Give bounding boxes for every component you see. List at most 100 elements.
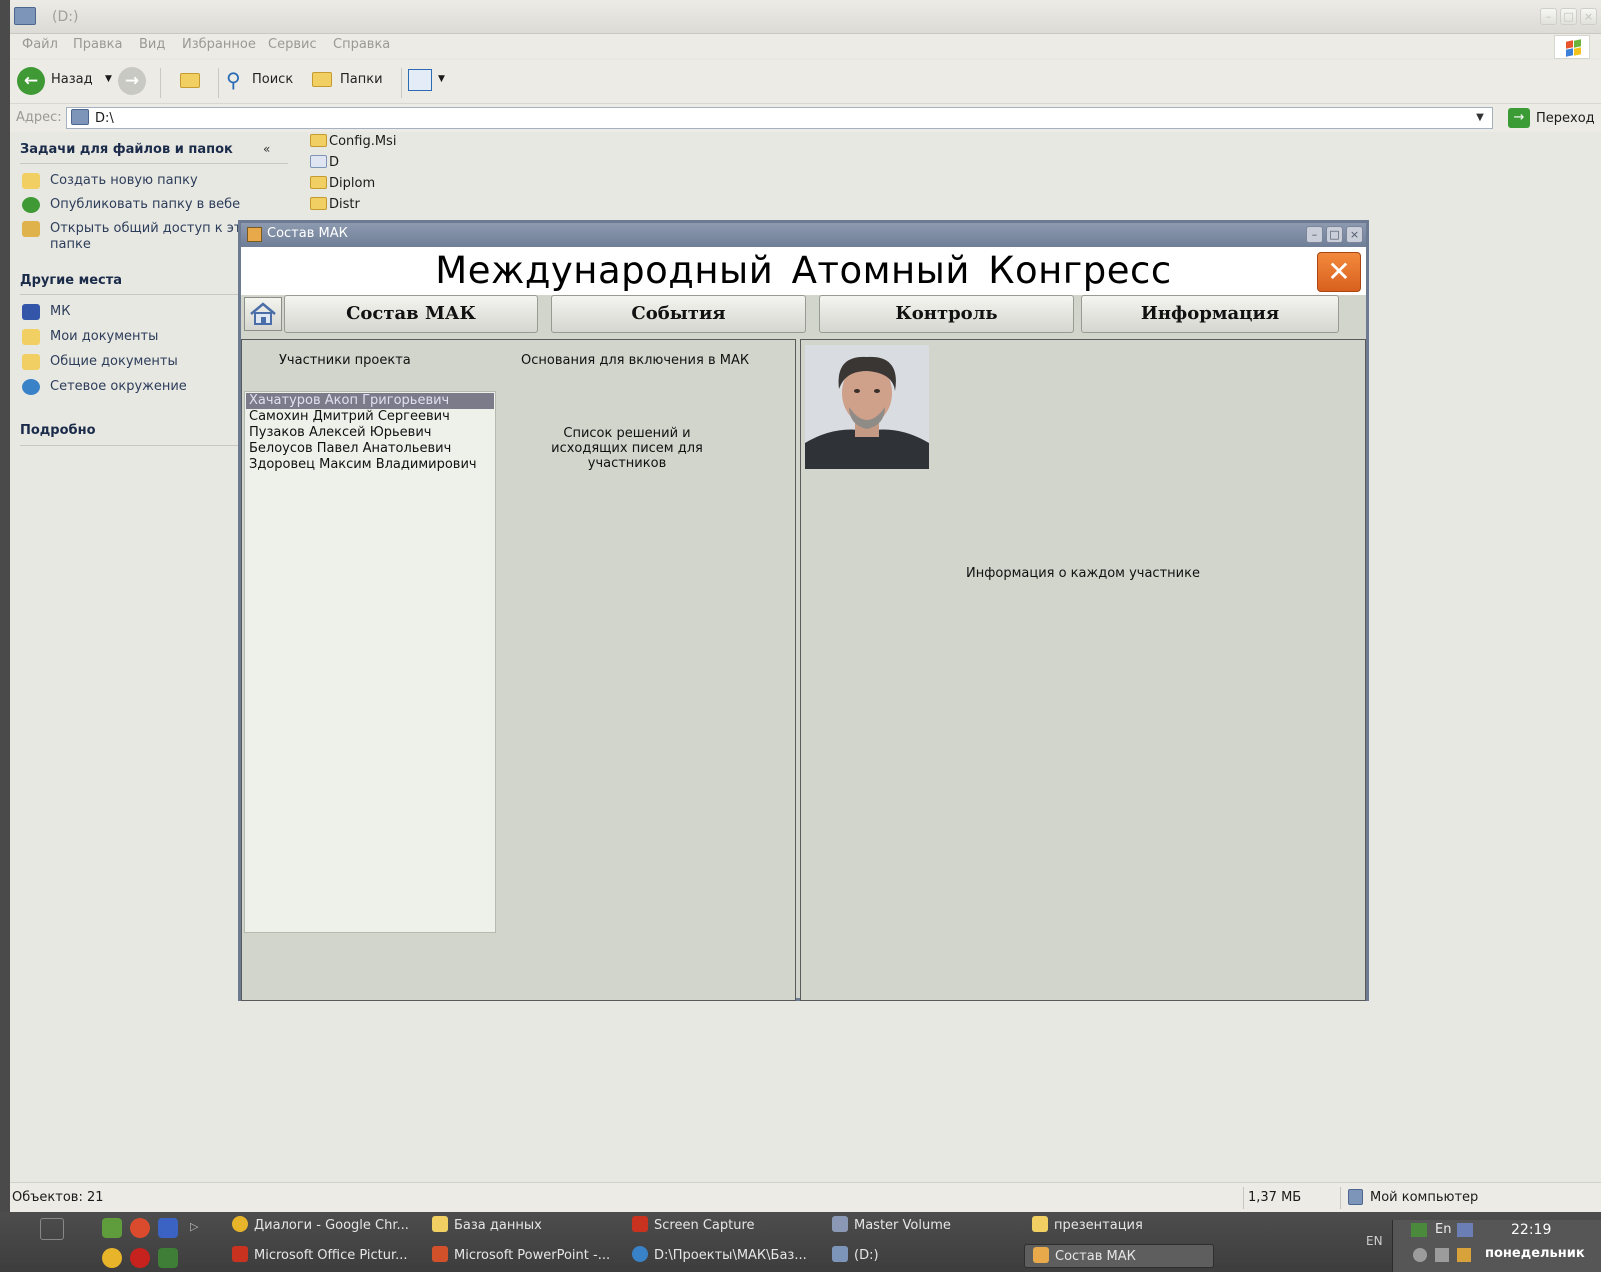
maximize-button[interactable]: □ <box>1560 8 1577 25</box>
views-button[interactable]: ▼ <box>408 69 450 93</box>
folders-button[interactable]: Папки <box>312 66 394 96</box>
home-button[interactable] <box>244 297 282 331</box>
powerpoint-icon <box>432 1246 448 1262</box>
quicklaunch-icon[interactable] <box>102 1248 122 1268</box>
right-panel: Информация о каждом участнике <box>800 339 1366 1001</box>
views-grid-icon <box>408 69 432 91</box>
app-close-button[interactable]: × <box>1346 226 1363 243</box>
search-button[interactable]: ⚲ Поиск <box>226 66 306 96</box>
up-folder-icon[interactable] <box>180 73 200 88</box>
menu-edit[interactable]: Правка <box>73 37 122 52</box>
expand-icon[interactable]: ▷ <box>190 1220 198 1233</box>
close-button[interactable]: × <box>1580 8 1597 25</box>
menu-help[interactable]: Справка <box>333 37 390 52</box>
quicklaunch-icon[interactable] <box>130 1218 150 1238</box>
decisions-label: Список решений и исходящих писем для уча… <box>551 426 703 471</box>
address-label: Адрес: <box>16 110 62 125</box>
quicklaunch-icon[interactable] <box>158 1248 178 1268</box>
quicklaunch-icon[interactable] <box>130 1248 150 1268</box>
language-indicator[interactable]: EN <box>1366 1234 1383 1248</box>
web-publish-icon <box>22 197 40 213</box>
list-item[interactable]: Здоровец Максим Владимирович <box>246 457 494 473</box>
participant-photo <box>805 345 929 469</box>
app-minimize-button[interactable]: – <box>1306 226 1323 243</box>
menu-file[interactable]: Файл <box>22 37 58 52</box>
folder-icon <box>310 197 327 210</box>
share-folder-icon <box>22 221 40 237</box>
start-button[interactable] <box>40 1218 64 1240</box>
back-button[interactable]: ← Назад ▼ <box>15 66 115 96</box>
details-section-title[interactable]: Подробно <box>20 423 96 438</box>
task-chrome[interactable]: Диалоги - Google Chr... <box>232 1214 417 1238</box>
task-master-volume[interactable]: Master Volume <box>832 1214 1017 1238</box>
drive-icon <box>832 1246 848 1262</box>
tray-language[interactable]: En <box>1435 1222 1451 1237</box>
close-icon[interactable]: ✕ <box>1317 252 1361 292</box>
task-presentation[interactable]: презентация <box>1032 1214 1217 1238</box>
menu-view[interactable]: Вид <box>139 37 165 52</box>
monitor-icon[interactable] <box>1411 1223 1427 1237</box>
toolbar-separator <box>401 68 402 98</box>
browser-icon <box>632 1246 648 1262</box>
explorer-titlebar[interactable]: (D:) – □ × <box>10 0 1601 34</box>
task-new-folder[interactable]: Создать новую папку <box>50 173 295 189</box>
nav-control[interactable]: Контроль <box>819 295 1074 333</box>
file-item[interactable]: Distr <box>310 197 360 212</box>
task-app-active[interactable]: Состав МАК <box>1024 1244 1214 1268</box>
quicklaunch-icon[interactable] <box>158 1218 178 1238</box>
home-icon <box>250 302 276 325</box>
left-panel: Участники проекта Основания для включени… <box>241 339 796 1001</box>
nav-information[interactable]: Информация <box>1081 295 1339 333</box>
my-computer-icon <box>14 7 36 25</box>
collapse-icon[interactable]: « <box>263 142 270 156</box>
task-powerpoint[interactable]: Microsoft PowerPoint -... <box>432 1244 617 1268</box>
explorer-title: (D:) <box>52 9 79 25</box>
address-dropdown-icon[interactable]: ▼ <box>1471 109 1489 127</box>
chevron-down-icon: ▼ <box>105 74 112 84</box>
back-label: Назад <box>51 72 93 87</box>
search-label: Поиск <box>252 72 294 87</box>
tray-icon[interactable] <box>1435 1248 1449 1262</box>
file-item[interactable]: D <box>310 155 339 170</box>
app-header: Международный Атомный Конгресс ✕ <box>241 247 1366 295</box>
forward-button[interactable]: → <box>118 67 146 95</box>
task-project-path[interactable]: D:\Проекты\МАК\Баз... <box>632 1244 817 1268</box>
places-section-title[interactable]: Другие места <box>20 273 122 288</box>
divider <box>20 163 288 164</box>
network-tray-icon[interactable] <box>1457 1223 1473 1237</box>
task-publish-web[interactable]: Опубликовать папку в вебе <box>50 197 295 213</box>
nav-composition[interactable]: Состав МАК <box>284 295 538 333</box>
task-database[interactable]: База данных <box>432 1214 617 1238</box>
windows-logo-icon <box>1554 35 1590 59</box>
task-office-picture[interactable]: Microsoft Office Pictur... <box>232 1244 417 1268</box>
quicklaunch-icon[interactable] <box>102 1218 122 1238</box>
taskbar: ▷ Диалоги - Google Chr... База данных Sc… <box>0 1212 1601 1272</box>
tray-icon[interactable] <box>1413 1248 1427 1262</box>
menu-tools[interactable]: Сервис <box>268 37 317 52</box>
address-input[interactable]: D:\ ▼ <box>66 107 1493 129</box>
app-window: Состав МАК – □ × Международный Атомный К… <box>238 220 1369 1001</box>
task-screen-capture[interactable]: Screen Capture <box>632 1214 817 1238</box>
go-arrow-icon[interactable]: → <box>1508 108 1530 128</box>
list-item[interactable]: Белоусов Павел Анатольевич <box>246 441 494 457</box>
participants-list[interactable]: Хачатуров Акоп Григорьевич Самохин Дмитр… <box>244 391 496 933</box>
file-item[interactable]: Config.Msi <box>310 134 396 149</box>
folders-icon <box>312 72 332 87</box>
tasks-section-title[interactable]: Задачи для файлов и папок <box>20 142 233 157</box>
file-item[interactable]: Diplom <box>310 176 375 191</box>
list-item[interactable]: Самохин Дмитрий Сергеевич <box>246 409 494 425</box>
list-item[interactable]: Пузаков Алексей Юрьевич <box>246 425 494 441</box>
list-item[interactable]: Хачатуров Акоп Григорьевич <box>246 393 494 409</box>
task-drive-d[interactable]: (D:) <box>832 1244 1017 1268</box>
clock-time[interactable]: 22:19 <box>1511 1222 1551 1238</box>
documents-icon <box>22 329 40 345</box>
volume-icon[interactable] <box>1457 1248 1471 1262</box>
total-size: 1,37 МБ <box>1248 1190 1302 1205</box>
go-button[interactable]: Переход <box>1536 111 1595 126</box>
nav-events[interactable]: События <box>551 295 806 333</box>
minimize-button[interactable]: – <box>1540 8 1557 25</box>
menu-favorites[interactable]: Избранное <box>182 37 256 52</box>
app-titlebar[interactable]: Состав МАК – □ × <box>241 223 1366 247</box>
chevron-down-icon: ▼ <box>438 74 445 84</box>
app-maximize-button[interactable]: □ <box>1326 226 1343 243</box>
